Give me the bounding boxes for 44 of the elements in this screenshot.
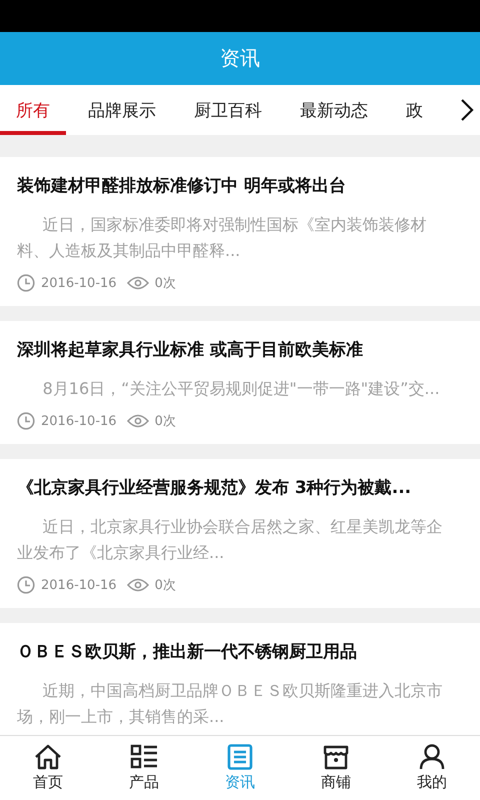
person-icon	[418, 744, 446, 770]
nav-label: 我的	[417, 773, 447, 792]
nav-tab[interactable]: 首页	[0, 736, 96, 800]
article-card[interactable]: 装饰建材甲醛排放标准修订中 明年或将出台 近日，国家标准委即将对强制性国标《室内装饰装修材料、人造板及其制品中甲醛释... 2016-10-16 0次	[0, 157, 480, 306]
nav-label: 资讯	[225, 773, 255, 792]
nav-label: 首页	[33, 773, 63, 792]
article-title[interactable]: ＯＢＥＳ欧贝斯，推出新一代不锈钢厨卫用品	[17, 639, 458, 665]
category-tab[interactable]: 厨卫百科	[178, 85, 278, 135]
nav-tab[interactable]: 产品	[96, 736, 192, 800]
article-summary: 近期，中国高档厨卫品牌ＯＢＥＳ欧贝斯隆重进入北京市场，刚一上市，其销售的采...	[17, 680, 444, 728]
home-icon	[34, 744, 62, 770]
clock-icon	[17, 576, 35, 594]
category-tab[interactable]: 政	[390, 85, 439, 135]
category-tab[interactable]: 所有	[0, 85, 66, 135]
article-title[interactable]: 装饰建材甲醛排放标准修订中 明年或将出台	[17, 173, 458, 199]
eye-icon	[126, 414, 149, 428]
article-summary: 近日，北京家具行业协会联合居然之家、红星美凯龙等企业发布了《北京家具行业经...	[17, 516, 444, 564]
list-icon	[130, 744, 158, 770]
screen-title: 资讯	[220, 45, 260, 72]
article-date: 2016-10-16	[41, 578, 117, 592]
eye-icon	[126, 578, 149, 592]
eye-icon	[126, 276, 149, 290]
article-summary: 8月16日，“关注公平贸易规则促进"一带一路"建设”交...	[42, 378, 441, 400]
article-title[interactable]: 深圳将起草家具行业标准 或高于目前欧美标准	[17, 337, 458, 363]
view-count: 0次	[154, 413, 176, 430]
article-title[interactable]: 《北京家具行业经营服务规范》发布 3种行为被戴...	[17, 475, 458, 501]
category-tab[interactable]: 品牌展示	[72, 85, 172, 135]
article-card[interactable]: ＯＢＥＳ欧贝斯，推出新一代不锈钢厨卫用品 近期，中国高档厨卫品牌ＯＢＥＳ欧贝斯隆重进入北京市场，刚一上市，其销售的采...	[0, 623, 480, 735]
category-tab[interactable]: 最新动态	[284, 85, 384, 135]
nav-tab[interactable]: 商铺	[288, 736, 384, 800]
nav-tab[interactable]: 我的	[384, 736, 480, 800]
article-date: 2016-10-16	[41, 414, 117, 428]
storefront-icon	[322, 744, 350, 770]
article-date: 2016-10-16	[41, 276, 117, 290]
nav-label: 产品	[129, 773, 159, 792]
nav-label: 商铺	[321, 773, 351, 792]
document-icon	[226, 744, 254, 770]
article-card[interactable]: 深圳将起草家具行业标准 或高于目前欧美标准 8月16日，“关注公平贸易规则促进"一带一路"建设”交... 2016-10-16 0次	[0, 321, 480, 444]
view-count: 0次	[154, 577, 176, 594]
view-count: 0次	[154, 275, 176, 292]
article-summary: 近日，国家标准委即将对强制性国标《室内装饰装修材料、人造板及其制品中甲醛释...	[17, 214, 428, 262]
article-card[interactable]: 《北京家具行业经营服务规范》发布 3种行为被戴... 近日，北京家具行业协会联合居然之家、红星美凯龙等企业发布了《北京家具行业经... 2016-10-16 0次	[0, 459, 480, 608]
clock-icon	[17, 412, 35, 430]
clock-icon	[17, 274, 35, 292]
